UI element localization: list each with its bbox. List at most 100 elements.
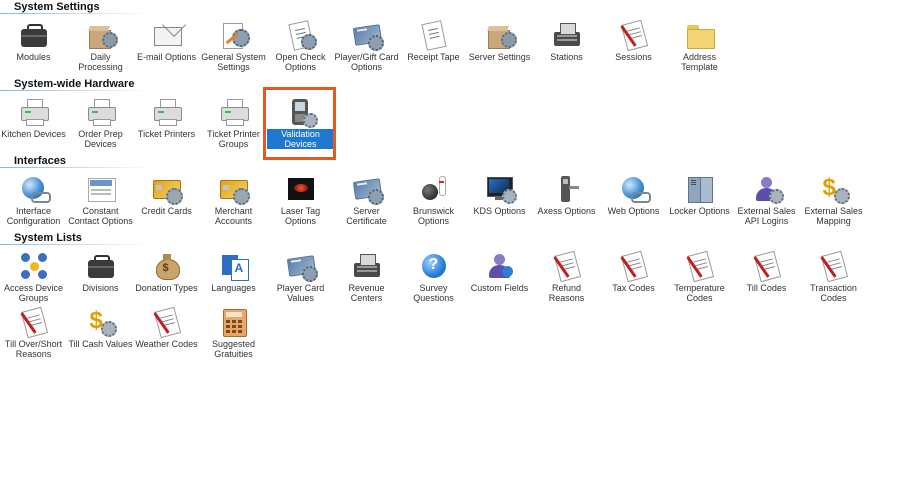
bowling-icon <box>419 174 449 204</box>
item-suggested-gratuities[interactable]: Suggested Gratuities <box>200 307 267 359</box>
item-sessions[interactable]: Sessions <box>600 19 667 62</box>
checklist-icon <box>619 19 649 52</box>
item-till-over-short-reasons[interactable]: Till Over/Short Reasons <box>0 306 67 359</box>
item-kds-options[interactable]: KDS Options <box>466 174 533 216</box>
credit-card-icon <box>152 174 183 205</box>
languages-icon: A <box>219 251 249 281</box>
item-ticket-printers[interactable]: Ticket Printers <box>133 97 200 139</box>
item-server-certificate[interactable]: Server Certificate <box>333 174 400 226</box>
item-web-options[interactable]: Web Options <box>600 174 667 216</box>
printer-icon <box>86 97 116 127</box>
item-external-sales-mapping[interactable]: $ External Sales Mapping <box>800 174 867 226</box>
server-box-icon <box>485 20 517 50</box>
item-transaction-codes[interactable]: Transaction Codes <box>800 250 867 303</box>
section-header: System-wide Hardware <box>14 78 135 90</box>
item-label: Receipt Tape <box>407 52 460 62</box>
item-e-mail-options[interactable]: E-mail Options <box>133 12 200 62</box>
item-label: Ticket Printers <box>137 129 196 139</box>
item-external-sales-api-logins[interactable]: External Sales API Logins <box>733 174 800 226</box>
gift-card-icon <box>352 20 384 51</box>
gift-card-icon <box>286 251 318 282</box>
section-header: Interfaces <box>14 155 66 167</box>
checklist-icon <box>819 250 849 283</box>
item-label: Tax Codes <box>612 283 655 293</box>
credit-card-icon <box>219 174 250 205</box>
item-label: E-mail Options <box>136 52 197 62</box>
item-laser-tag-options[interactable]: Laser Tag Options <box>267 174 334 226</box>
item-interface-configuration[interactable]: Interface Configuration <box>0 174 67 226</box>
item-divisions[interactable]: Divisions <box>67 251 134 293</box>
item-label: Revenue Centers <box>348 283 385 303</box>
item-label: Modules <box>16 52 51 62</box>
item-receipt-tape[interactable]: Receipt Tape <box>400 20 467 62</box>
item-label: Merchant Accounts <box>214 206 253 226</box>
certificate-card-icon <box>352 174 384 205</box>
dollar-gear-icon: $ <box>86 307 117 337</box>
item-ticket-printer-groups[interactable]: Ticket Printer Groups <box>200 97 267 149</box>
item-locker-options[interactable]: Locker Options <box>666 174 733 216</box>
item-player-card-values[interactable]: Player Card Values <box>267 251 334 303</box>
item-label: Languages <box>211 283 256 293</box>
item-label: Kitchen Devices <box>1 129 66 139</box>
monitor-icon <box>485 174 517 204</box>
gear-box-icon <box>86 20 118 50</box>
item-temperature-codes[interactable]: Temperature Codes <box>666 250 733 303</box>
checklist-icon <box>19 306 49 339</box>
item-general-system-settings[interactable]: General System Settings <box>200 20 267 72</box>
item-credit-cards[interactable]: Credit Cards <box>133 174 200 216</box>
item-order-prep-devices[interactable]: Order Prep Devices <box>67 97 134 149</box>
item-refund-reasons[interactable]: Refund Reasons <box>533 250 600 303</box>
item-constant-contact-options[interactable]: Constant Contact Options <box>67 174 134 226</box>
item-kitchen-devices[interactable]: Kitchen Devices <box>0 97 67 139</box>
item-label: Interface Configuration <box>6 206 61 226</box>
item-donation-types[interactable]: $ Donation Types <box>133 251 200 293</box>
item-label: Axess Options <box>537 206 596 216</box>
item-merchant-accounts[interactable]: Merchant Accounts <box>200 174 267 226</box>
item-label: Till Codes <box>746 283 787 293</box>
item-label: Order Prep Devices <box>78 129 123 149</box>
item-address-template[interactable]: Address Template <box>666 20 733 72</box>
item-label: Till Over/Short Reasons <box>4 339 63 359</box>
item-modules[interactable]: Modules <box>0 20 67 62</box>
register-icon <box>352 251 382 281</box>
item-label: Weather Codes <box>135 339 198 349</box>
item-label: Address Template <box>681 52 718 72</box>
printer-icon <box>19 97 49 127</box>
item-label: General System Settings <box>201 52 266 72</box>
item-label: Transaction Codes <box>810 283 857 303</box>
item-revenue-centers[interactable]: Revenue Centers <box>333 251 400 303</box>
item-label: Access Device Groups <box>3 283 64 303</box>
item-daily-processing[interactable]: Daily Processing <box>67 20 134 72</box>
constant-contact-icon <box>86 174 116 204</box>
item-survey-questions[interactable]: ? Survey Questions <box>400 251 467 303</box>
section-header: System Settings <box>14 1 100 13</box>
item-server-settings[interactable]: Server Settings <box>466 20 533 62</box>
section-divider <box>0 244 150 245</box>
item-label: Ticket Printer Groups <box>207 129 260 149</box>
item-label: External Sales API Logins <box>737 206 796 226</box>
item-till-cash-values[interactable]: $ Till Cash Values <box>67 307 134 349</box>
item-label: Server Certificate <box>346 206 387 226</box>
item-till-codes[interactable]: Till Codes <box>733 250 800 293</box>
item-axess-options[interactable]: Axess Options <box>533 174 600 216</box>
check-gear-icon <box>286 20 317 51</box>
item-stations[interactable]: Stations <box>533 20 600 62</box>
envelope-icon <box>152 12 186 50</box>
checklist-icon <box>752 250 782 283</box>
item-player-gift-card-options[interactable]: Player/Gift Card Options <box>333 20 400 72</box>
item-label: Player/Gift Card Options <box>334 52 399 72</box>
laser-tag-icon <box>286 174 316 204</box>
item-label: Stations <box>550 52 583 62</box>
item-access-device-groups[interactable]: Access Device Groups <box>0 251 67 303</box>
item-custom-fields[interactable]: Custom Fields <box>466 251 533 293</box>
item-tax-codes[interactable]: Tax Codes <box>600 250 667 293</box>
item-weather-codes[interactable]: Weather Codes <box>133 306 200 349</box>
item-label: Temperature Codes <box>674 283 725 303</box>
item-languages[interactable]: A Languages <box>200 251 267 293</box>
item-label: Custom Fields <box>470 283 529 293</box>
printer-icon <box>152 97 182 127</box>
item-brunswick-options[interactable]: Brunswick Options <box>400 174 467 226</box>
folder-icon <box>685 20 715 50</box>
item-open-check-options[interactable]: Open Check Options <box>267 20 334 72</box>
checklist-icon <box>552 250 582 283</box>
